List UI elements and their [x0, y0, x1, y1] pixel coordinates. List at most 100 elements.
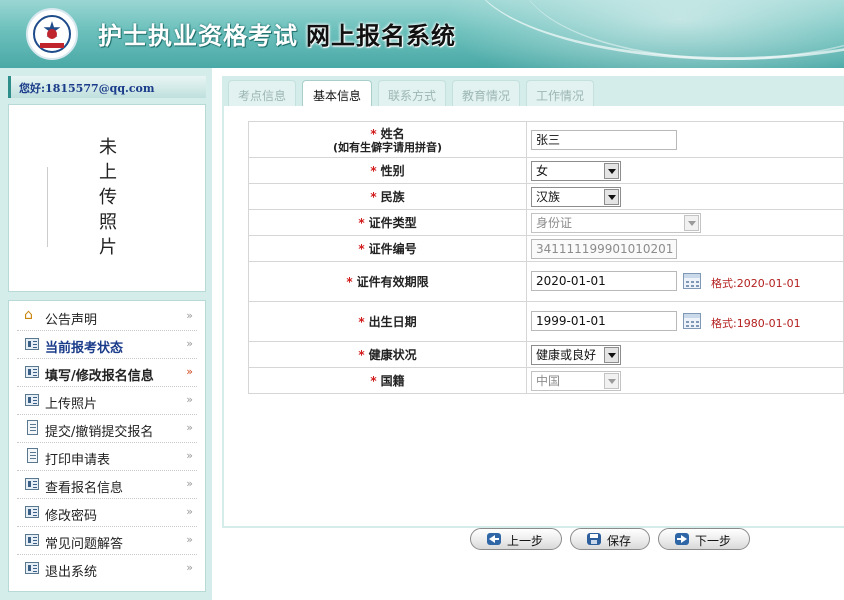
save-button[interactable]: 保存	[570, 528, 650, 550]
required-mark: *	[370, 190, 377, 204]
sidebar-item-label: 当前报考状态	[45, 341, 124, 356]
field-label: * 民族	[248, 183, 527, 210]
next-step-label: 下一步	[695, 534, 732, 548]
document-icon	[27, 448, 38, 463]
gender-select-value: 女	[536, 164, 549, 178]
ethnicity-label: 民族	[380, 190, 405, 204]
date-format-hint: 格式:1980-01-01	[711, 317, 801, 330]
sidebar-item-label: 查看报名信息	[45, 481, 124, 496]
photo-status-text: 未上传照片	[99, 137, 117, 258]
sidebar-item-logout[interactable]: 退出系统 »	[17, 555, 197, 583]
sidebar-item-print-application[interactable]: 打印申请表 »	[17, 443, 197, 471]
list-icon	[25, 338, 39, 350]
sidebar-item-current-status[interactable]: 当前报考状态 »	[17, 331, 197, 359]
tab-exam-site[interactable]: 考点信息	[228, 80, 296, 106]
sidebar-item-announcement[interactable]: ⌂ 公告声明 »	[17, 303, 197, 331]
ethnicity-select[interactable]: 汉族	[531, 187, 621, 207]
health-select[interactable]: 健康或良好	[531, 345, 621, 365]
name-label: 姓名	[380, 127, 405, 141]
field-label: * 姓名 (如有生僻字请用拼音)	[248, 121, 527, 158]
field-value: 1999-01-01 格式:1980-01-01	[526, 301, 844, 342]
required-mark: *	[358, 315, 365, 329]
chevron-right-icon: »	[186, 393, 193, 406]
sidebar-item-label: 上传照片	[45, 397, 98, 412]
field-label: * 证件类型	[248, 209, 527, 236]
photo-divider	[47, 167, 48, 247]
chevron-right-icon: »	[186, 449, 193, 462]
name-input[interactable]: 张三	[531, 130, 677, 150]
field-value: 中国	[526, 367, 844, 394]
list-icon	[25, 534, 39, 546]
form-row-gender: * 性别 女	[248, 157, 844, 184]
chevron-right-icon: »	[186, 309, 193, 322]
user-greeting: 您好:1815577@qq.com	[19, 82, 155, 95]
form-row-health: * 健康状况 健康或良好	[248, 341, 844, 368]
birth-date-label: 出生日期	[368, 315, 417, 329]
prev-step-button[interactable]: 上一步	[470, 528, 562, 550]
sidebar-item-label: 常见问题解答	[45, 537, 124, 552]
next-step-button[interactable]: 下一步	[658, 528, 750, 550]
left-sidebar: 您好:1815577@qq.com 未上传照片 ⌂ 公告声明 » 当前报考状态 …	[0, 68, 212, 600]
field-label: * 证件编号	[248, 235, 527, 262]
required-mark: *	[358, 242, 365, 256]
field-value: 身份证	[526, 209, 844, 236]
document-icon	[27, 420, 38, 435]
required-mark: *	[370, 374, 377, 388]
sidebar-item-edit-registration[interactable]: 填写/修改报名信息 »	[17, 359, 197, 387]
field-value: 健康或良好	[526, 341, 844, 368]
sidebar-item-label: 退出系统	[45, 565, 98, 580]
field-value: 女	[526, 157, 844, 184]
sidebar-item-faq[interactable]: 常见问题解答 »	[17, 527, 197, 555]
nationality-select[interactable]: 中国	[531, 371, 621, 391]
name-hint: (如有生僻字请用拼音)	[332, 141, 443, 154]
id-type-select[interactable]: 身份证	[531, 213, 701, 233]
required-mark: *	[358, 216, 365, 230]
tab-basic-info[interactable]: 基本信息	[302, 80, 372, 108]
id-validity-input[interactable]: 2020-01-01	[531, 271, 677, 291]
chevron-down-icon	[604, 347, 619, 363]
required-mark: *	[346, 275, 353, 289]
chevron-right-icon: »	[186, 365, 193, 378]
nursing-association-logo: ★	[26, 8, 78, 60]
calendar-icon[interactable]	[683, 273, 701, 289]
gender-label: 性别	[380, 164, 405, 178]
form-row-birth-date: * 出生日期 1999-01-01 格式:1980-01-01	[248, 301, 844, 342]
list-icon	[25, 366, 39, 378]
sidebar-item-view-registration[interactable]: 查看报名信息 »	[17, 471, 197, 499]
required-mark: *	[370, 127, 377, 141]
chevron-right-icon: »	[186, 421, 193, 434]
birth-date-input[interactable]: 1999-01-01	[531, 311, 677, 331]
home-icon: ⌂	[24, 307, 33, 323]
tab-education[interactable]: 教育情况	[452, 80, 520, 106]
sidebar-item-change-password[interactable]: 修改密码 »	[17, 499, 197, 527]
health-select-value: 健康或良好	[536, 348, 597, 362]
calendar-icon[interactable]	[683, 313, 701, 329]
logo-sash	[40, 43, 64, 48]
chevron-right-icon: »	[186, 337, 193, 350]
id-number-input[interactable]: 341111199901010201	[531, 239, 677, 259]
field-label: * 国籍	[248, 367, 527, 394]
date-format-hint: 格式:2020-01-01	[711, 277, 801, 290]
nationality-select-value: 中国	[536, 374, 561, 388]
list-icon	[25, 394, 39, 406]
field-value: 341111199901010201	[526, 235, 844, 262]
tab-work[interactable]: 工作情况	[526, 80, 594, 106]
ethnicity-select-value: 汉族	[536, 190, 561, 204]
sidebar-item-upload-photo[interactable]: 上传照片 »	[17, 387, 197, 415]
header-banner: ★ 护士执业资格考试 网上报名系统	[0, 0, 844, 68]
required-mark: *	[370, 164, 377, 178]
list-icon	[25, 562, 39, 574]
form-row-ethnicity: * 民族 汉族	[248, 183, 844, 210]
field-label: * 健康状况	[248, 341, 527, 368]
tab-contact[interactable]: 联系方式	[378, 80, 446, 106]
id-number-label: 证件编号	[368, 242, 417, 256]
field-label: * 性别	[248, 157, 527, 184]
gender-select[interactable]: 女	[531, 161, 621, 181]
field-label: * 证件有效期限	[248, 261, 527, 302]
sidebar-item-submit-withdraw[interactable]: 提交/撤销提交报名 »	[17, 415, 197, 443]
sidebar-menu: ⌂ 公告声明 » 当前报考状态 » 填写/修改报名信息 » 上传照片 » 提交/…	[8, 300, 206, 592]
list-icon	[25, 478, 39, 490]
prev-step-label: 上一步	[507, 534, 544, 548]
sidebar-item-label: 提交/撤销提交报名	[45, 425, 154, 440]
field-value: 2020-01-01 格式:2020-01-01	[526, 261, 844, 302]
